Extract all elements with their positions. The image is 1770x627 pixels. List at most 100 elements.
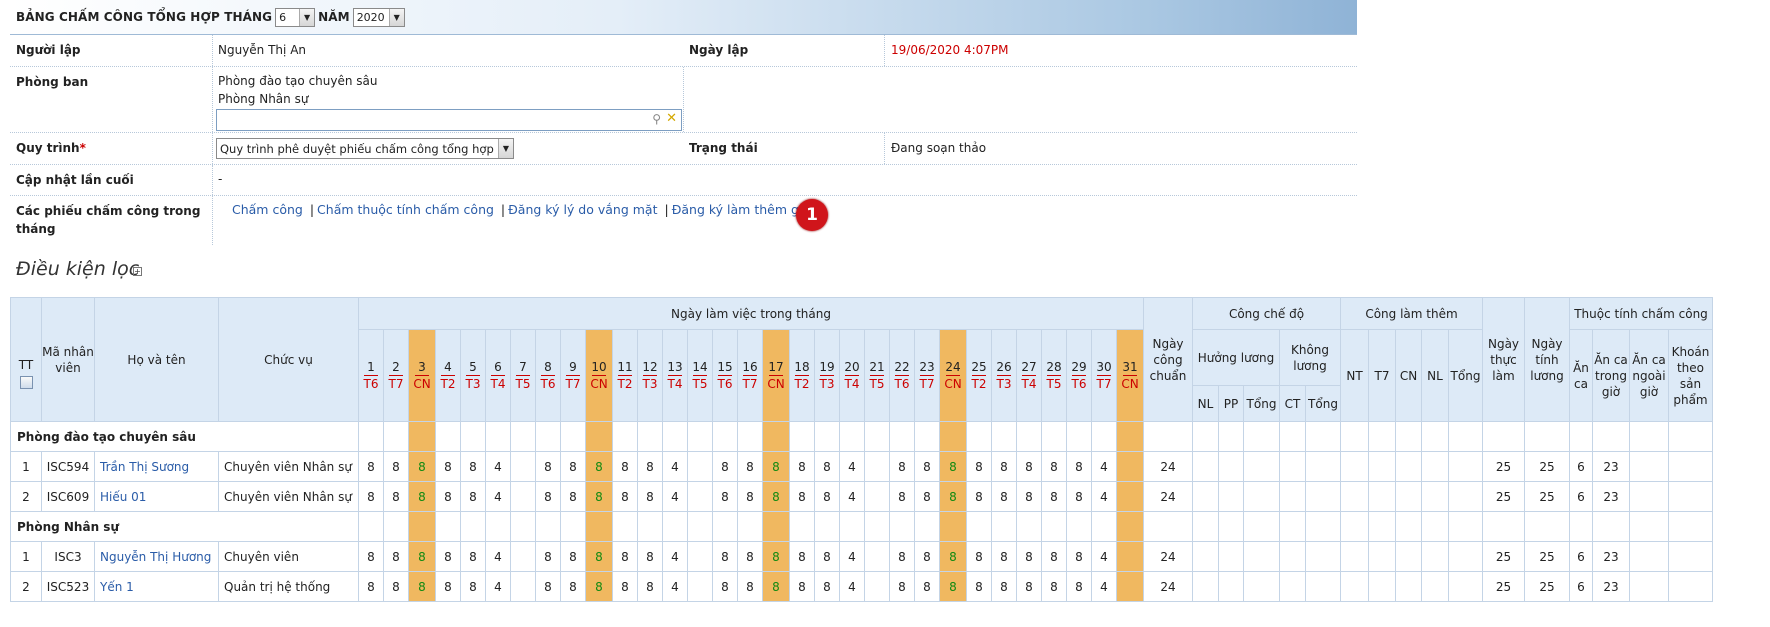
month-select[interactable]: 6 ▼ bbox=[275, 7, 316, 27]
day-cell[interactable]: 8 bbox=[460, 451, 486, 482]
day-cell[interactable] bbox=[687, 481, 713, 512]
day-cell[interactable]: 8 bbox=[358, 541, 384, 572]
day-cell[interactable]: 8 bbox=[535, 541, 561, 572]
day-cell[interactable]: 8 bbox=[939, 541, 967, 572]
day-cell[interactable]: 8 bbox=[939, 571, 967, 602]
day-cell[interactable]: 8 bbox=[1066, 451, 1092, 482]
day-cell[interactable]: 8 bbox=[966, 571, 992, 602]
day-cell[interactable]: 8 bbox=[560, 451, 586, 482]
day-cell[interactable] bbox=[864, 571, 890, 602]
process-select[interactable]: Quy trình phê duyệt phiếu chấm công tổng… bbox=[216, 138, 514, 159]
day-cell[interactable]: 8 bbox=[789, 541, 815, 572]
day-cell[interactable] bbox=[864, 451, 890, 482]
day-cell[interactable]: 8 bbox=[966, 481, 992, 512]
day-cell[interactable]: 8 bbox=[712, 451, 738, 482]
day-cell[interactable]: 8 bbox=[408, 451, 436, 482]
day-cell[interactable] bbox=[1116, 451, 1144, 482]
day-cell[interactable]: 8 bbox=[762, 541, 790, 572]
day-cell[interactable]: 8 bbox=[889, 481, 915, 512]
day-cell[interactable]: 4 bbox=[1091, 451, 1117, 482]
day-cell[interactable]: 4 bbox=[839, 481, 865, 512]
day-cell[interactable]: 8 bbox=[637, 571, 663, 602]
day-cell[interactable]: 8 bbox=[637, 451, 663, 482]
day-cell[interactable]: 8 bbox=[408, 571, 436, 602]
day-cell[interactable]: 8 bbox=[1066, 541, 1092, 572]
day-cell[interactable]: 4 bbox=[485, 451, 511, 482]
day-cell[interactable]: 8 bbox=[991, 571, 1017, 602]
day-cell[interactable]: 8 bbox=[737, 481, 763, 512]
day-cell[interactable]: 8 bbox=[612, 451, 638, 482]
day-cell[interactable]: 8 bbox=[408, 541, 436, 572]
day-cell[interactable]: 8 bbox=[991, 451, 1017, 482]
day-cell[interactable]: 8 bbox=[914, 571, 940, 602]
day-cell[interactable]: 4 bbox=[662, 481, 688, 512]
day-cell[interactable]: 8 bbox=[762, 571, 790, 602]
day-cell[interactable]: 4 bbox=[662, 451, 688, 482]
chevron-down-icon[interactable]: ▼ bbox=[498, 139, 513, 158]
day-cell[interactable]: 8 bbox=[737, 541, 763, 572]
day-cell[interactable]: 8 bbox=[612, 481, 638, 512]
day-cell[interactable]: 4 bbox=[839, 541, 865, 572]
table-row[interactable]: 2 ISC609 Hiếu 01 Chuyên viên Nhân sự 8 8 8 8 8 4 8… bbox=[10, 481, 1713, 512]
day-cell[interactable]: 8 bbox=[789, 451, 815, 482]
day-cell[interactable]: 8 bbox=[408, 481, 436, 512]
day-cell[interactable]: 8 bbox=[383, 451, 409, 482]
day-cell[interactable] bbox=[864, 481, 890, 512]
link-dang-ky-lam-them[interactable]: Đăng ký làm thêm giờ bbox=[672, 202, 810, 217]
clear-icon[interactable]: ✕ bbox=[666, 111, 677, 126]
day-cell[interactable]: 8 bbox=[712, 541, 738, 572]
day-cell[interactable]: 8 bbox=[1016, 451, 1042, 482]
day-cell[interactable]: 8 bbox=[762, 451, 790, 482]
day-cell[interactable]: 8 bbox=[814, 571, 840, 602]
day-cell[interactable] bbox=[687, 451, 713, 482]
day-cell[interactable]: 8 bbox=[1066, 571, 1092, 602]
day-cell[interactable]: 8 bbox=[991, 541, 1017, 572]
year-select[interactable]: 2020 ▼ bbox=[352, 7, 405, 27]
day-cell[interactable]: 8 bbox=[585, 481, 613, 512]
employee-name-link[interactable]: Yến 1 bbox=[94, 571, 219, 602]
day-cell[interactable]: 4 bbox=[1091, 541, 1117, 572]
day-cell[interactable]: 8 bbox=[435, 541, 461, 572]
day-cell[interactable]: 4 bbox=[839, 571, 865, 602]
day-cell[interactable]: 8 bbox=[939, 481, 967, 512]
day-cell[interactable] bbox=[1116, 541, 1144, 572]
day-cell[interactable]: 8 bbox=[814, 481, 840, 512]
employee-name-link[interactable]: Trần Thị Sương bbox=[94, 451, 219, 482]
day-cell[interactable]: 8 bbox=[1016, 571, 1042, 602]
day-cell[interactable]: 8 bbox=[1041, 451, 1067, 482]
day-cell[interactable]: 8 bbox=[966, 451, 992, 482]
day-cell[interactable]: 8 bbox=[535, 451, 561, 482]
day-cell[interactable] bbox=[510, 541, 536, 572]
day-cell[interactable]: 4 bbox=[839, 451, 865, 482]
day-cell[interactable]: 8 bbox=[460, 541, 486, 572]
day-cell[interactable]: 8 bbox=[966, 541, 992, 572]
day-cell[interactable]: 8 bbox=[460, 481, 486, 512]
day-cell[interactable]: 4 bbox=[485, 571, 511, 602]
day-cell[interactable]: 8 bbox=[637, 541, 663, 572]
day-cell[interactable]: 8 bbox=[560, 571, 586, 602]
day-cell[interactable] bbox=[1116, 571, 1144, 602]
day-cell[interactable]: 8 bbox=[585, 571, 613, 602]
day-cell[interactable]: 8 bbox=[712, 481, 738, 512]
day-cell[interactable]: 8 bbox=[460, 571, 486, 602]
search-icon[interactable]: ⚲ bbox=[652, 112, 661, 126]
day-cell[interactable]: 8 bbox=[991, 481, 1017, 512]
day-cell[interactable]: 8 bbox=[637, 481, 663, 512]
day-cell[interactable]: 8 bbox=[383, 541, 409, 572]
day-cell[interactable]: 8 bbox=[435, 451, 461, 482]
day-cell[interactable]: 8 bbox=[762, 481, 790, 512]
day-cell[interactable]: 8 bbox=[889, 451, 915, 482]
day-cell[interactable] bbox=[1116, 481, 1144, 512]
day-cell[interactable]: 8 bbox=[1041, 571, 1067, 602]
day-cell[interactable]: 8 bbox=[435, 571, 461, 602]
day-cell[interactable]: 8 bbox=[814, 541, 840, 572]
day-cell[interactable]: 8 bbox=[1041, 481, 1067, 512]
chevron-down-icon[interactable]: ▼ bbox=[388, 8, 404, 26]
day-cell[interactable]: 8 bbox=[383, 571, 409, 602]
link-cham-cong[interactable]: Chấm công bbox=[232, 202, 303, 217]
department-search-input[interactable]: ⚲ ✕ bbox=[216, 109, 682, 131]
day-cell[interactable]: 8 bbox=[1066, 481, 1092, 512]
day-cell[interactable]: 4 bbox=[485, 481, 511, 512]
day-cell[interactable]: 4 bbox=[662, 571, 688, 602]
day-cell[interactable]: 8 bbox=[612, 541, 638, 572]
